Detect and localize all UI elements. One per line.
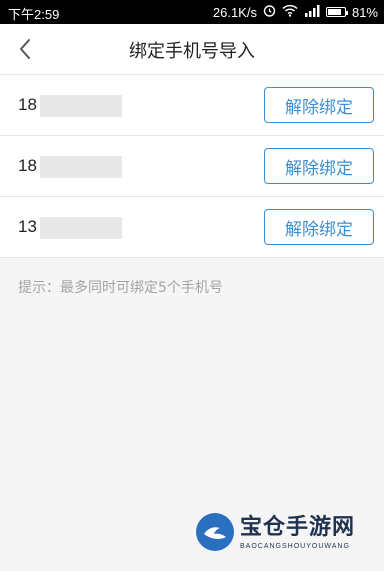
bound-number-row: 13 解除绑定: [0, 197, 384, 258]
wifi-icon: [282, 4, 298, 20]
battery-icon: [325, 7, 348, 17]
alarm-icon: [263, 4, 276, 20]
bound-number-row: 18 解除绑定: [0, 136, 384, 197]
bound-number-row: 18 解除绑定: [0, 75, 384, 136]
battery-percent: 81%: [351, 4, 378, 20]
redacted-number: [40, 156, 122, 178]
phone-number-prefix: 13: [18, 217, 37, 236]
watermark-subtitle: BAOCANGSHOUYOUWANG: [240, 543, 350, 550]
phone-number-prefix: 18: [18, 95, 37, 114]
unbind-button[interactable]: 解除绑定: [264, 87, 374, 123]
status-right-group: 26.1K/s 81%: [213, 4, 378, 20]
bind-limit-hint: 提示：最多同时可绑定5个手机号: [18, 280, 223, 296]
watermark-name: 宝仓手游网: [240, 514, 356, 540]
unbind-button[interactable]: 解除绑定: [264, 148, 374, 184]
content-area: 18 解除绑定 18 解除绑定 13 解除绑定 提示：最多同时可绑定5个手机号 …: [0, 75, 384, 571]
phone-number-prefix: 18: [18, 156, 37, 175]
page-title: 绑定手机号导入: [129, 41, 255, 62]
redacted-number: [40, 217, 122, 239]
watermark-logo-icon: [196, 513, 234, 551]
status-time: 下午2:59: [8, 7, 60, 22]
unbind-button[interactable]: 解除绑定: [264, 209, 374, 245]
header: 绑定手机号导入: [0, 24, 384, 74]
watermark: 宝仓手游网 BAOCANGSHOUYOUWANG: [196, 509, 376, 569]
signal-icon: [304, 4, 320, 20]
network-speed: 26.1K/s: [212, 4, 257, 20]
redacted-number: [40, 95, 122, 117]
status-bar: 下午2:59 26.1K/s 81%: [0, 0, 384, 24]
